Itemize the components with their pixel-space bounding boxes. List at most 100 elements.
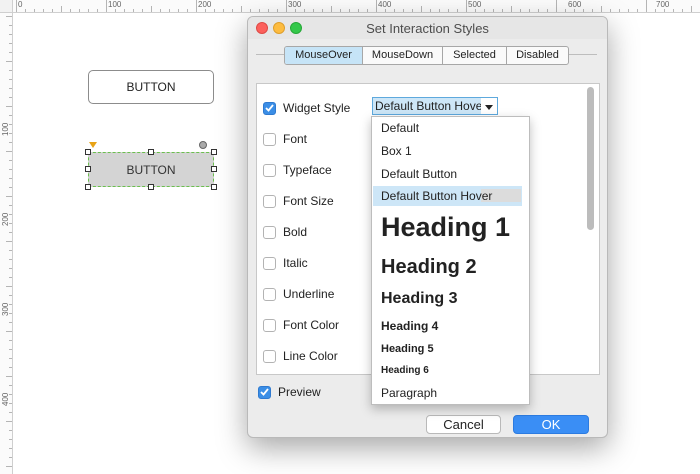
dropdown-item[interactable]: Heading 3	[381, 289, 457, 309]
ruler-tick	[9, 367, 12, 368]
underline-checkbox[interactable]	[263, 287, 276, 301]
tab-selected[interactable]: Selected	[443, 47, 507, 64]
ruler-label: 500	[468, 0, 482, 9]
dropdown-item[interactable]: Heading 4	[381, 318, 438, 334]
ruler-tick	[655, 9, 656, 12]
ruler-tick	[9, 88, 12, 89]
font-color-checkbox[interactable]	[263, 318, 276, 332]
tab-mousedown[interactable]: MouseDown	[363, 47, 443, 64]
ruler-tick	[646, 0, 647, 12]
panel-scrollbar[interactable]	[587, 87, 594, 230]
ruler-tick	[9, 169, 12, 170]
ruler-tick	[9, 70, 12, 71]
ruler-tick	[9, 52, 12, 53]
preview-checkbox[interactable]	[258, 385, 271, 399]
ruler-tick	[9, 250, 12, 251]
ruler-tick	[34, 9, 35, 12]
dropdown-item[interactable]: Paragraph	[381, 385, 437, 401]
resize-handle[interactable]	[85, 184, 91, 190]
dropdown-item[interactable]: Heading 2	[381, 255, 477, 279]
ruler-tick	[9, 268, 12, 269]
line-color-checkbox[interactable]	[263, 349, 276, 363]
ruler-tick	[9, 187, 12, 188]
ruler-tick	[412, 9, 413, 12]
resize-handle[interactable]	[211, 166, 217, 172]
ruler-label: 400	[378, 0, 392, 9]
ruler-tick	[376, 0, 377, 12]
option-bold[interactable]: Bold	[263, 224, 307, 240]
option-font-color[interactable]: Font Color	[263, 317, 339, 333]
option-italic[interactable]: Italic	[263, 255, 308, 271]
option-label: Bold	[283, 225, 308, 239]
font-size-checkbox[interactable]	[263, 194, 276, 208]
preview-option[interactable]: Preview	[258, 385, 321, 399]
ruler-tick	[9, 124, 12, 125]
dropdown-item[interactable]: Heading 1	[381, 211, 510, 243]
ruler-label: 100	[108, 0, 122, 9]
ruler-tick	[619, 9, 620, 12]
ruler-tick	[6, 16, 12, 17]
option-line-color[interactable]: Line Color	[263, 348, 338, 364]
ruler-tick	[70, 9, 71, 12]
resize-handle[interactable]	[148, 149, 154, 155]
tab-mouseover[interactable]: MouseOver	[285, 47, 363, 64]
dropdown-item[interactable]: Default	[381, 121, 419, 135]
ruler-tick	[583, 9, 584, 12]
ruler-tick	[286, 0, 287, 12]
resize-handle[interactable]	[211, 149, 217, 155]
option-typeface[interactable]: Typeface	[263, 162, 332, 178]
option-widget-style[interactable]: Widget Style	[263, 100, 350, 116]
option-font[interactable]: Font	[263, 131, 307, 147]
dialog-title: Set Interaction Styles	[366, 21, 489, 36]
dropdown-item[interactable]: Box 1	[381, 144, 412, 158]
resize-handle[interactable]	[85, 166, 91, 172]
bold-checkbox[interactable]	[263, 225, 276, 239]
resize-handle[interactable]	[211, 184, 217, 190]
italic-checkbox[interactable]	[263, 256, 276, 270]
ok-button[interactable]: OK	[513, 415, 589, 434]
ruler-tick	[691, 6, 692, 12]
ruler-tick	[9, 34, 12, 35]
option-font-size[interactable]: Font Size	[263, 193, 334, 209]
dialog-titlebar[interactable]: Set Interaction Styles	[248, 17, 607, 39]
resize-handle[interactable]	[85, 149, 91, 155]
ruler-tick	[385, 9, 386, 12]
ruler-tick	[88, 9, 89, 12]
ruler-tick	[9, 385, 12, 386]
widget-style-dropdown-list: Default Box 1 Default Button Default But…	[371, 116, 530, 405]
option-underline[interactable]: Underline	[263, 286, 334, 302]
tab-disabled[interactable]: Disabled	[507, 47, 568, 64]
rotate-handle[interactable]	[199, 141, 207, 149]
ruler-tick	[340, 9, 341, 12]
ruler-tick	[151, 6, 152, 12]
option-label: Typeface	[283, 163, 332, 177]
font-checkbox[interactable]	[263, 132, 276, 146]
typeface-checkbox[interactable]	[263, 163, 276, 177]
selected-button-widget[interactable]: BUTTON	[88, 152, 214, 187]
dropdown-item[interactable]: Heading 6	[381, 364, 429, 378]
cancel-button[interactable]: Cancel	[426, 415, 501, 434]
widget-style-select[interactable]: Default Button Hove	[372, 97, 498, 115]
style-marker-icon[interactable]	[89, 142, 97, 148]
dropdown-item[interactable]: Default Button	[381, 167, 457, 181]
ruler-tick	[9, 313, 12, 314]
ruler-tick	[6, 421, 12, 422]
option-label: Widget Style	[283, 101, 351, 115]
dropdown-item-selected[interactable]: Default Button Hover	[381, 189, 492, 203]
ruler-tick	[6, 286, 12, 287]
widget-style-checkbox[interactable]	[263, 101, 276, 115]
ruler-tick	[6, 151, 12, 152]
ruler-tick	[9, 304, 12, 305]
ruler-tick	[97, 9, 98, 12]
ruler-tick	[9, 115, 12, 116]
ruler-tick	[295, 9, 296, 12]
ruler-tick	[6, 61, 12, 62]
dropdown-item[interactable]: Heading 5	[381, 342, 434, 357]
ruler-tick	[439, 9, 440, 12]
resize-handle[interactable]	[148, 184, 154, 190]
ruler-tick	[457, 9, 458, 12]
ruler-tick	[673, 9, 674, 12]
checkmark-icon	[260, 388, 269, 396]
canvas-button-widget[interactable]: BUTTON	[88, 70, 214, 104]
canvas-button-label: BUTTON	[126, 80, 176, 94]
